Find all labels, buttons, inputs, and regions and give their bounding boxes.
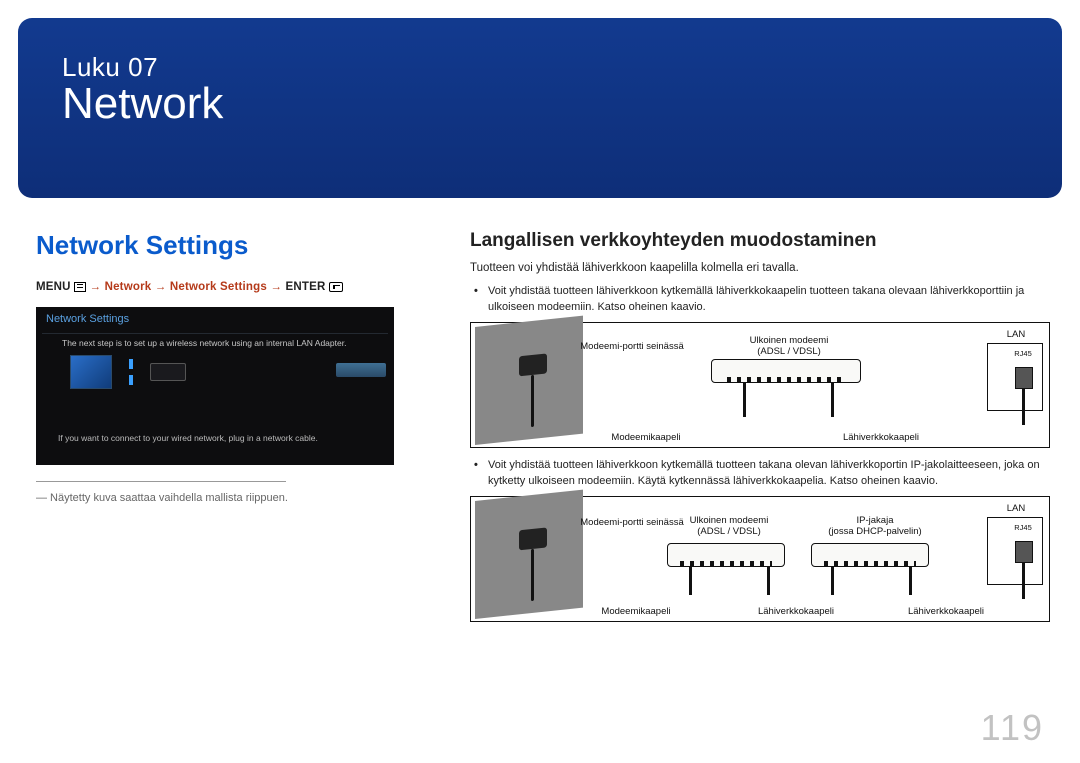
screenshot-body: The next step is to set up a wireless ne… xyxy=(36,338,394,349)
bullet-2: Voit yhdistää tuotteen lähiverkkoon kytk… xyxy=(488,458,1050,490)
screenshot-illustration xyxy=(70,355,186,389)
label-ext-modem: Ulkoinen modeemi (ADSL / VDSL) xyxy=(719,335,859,357)
enter-icon xyxy=(329,282,343,292)
menu-icon xyxy=(74,282,86,292)
menu-keyword: MENU xyxy=(36,281,71,293)
diagram-1: Modeemi-portti seinässä Ulkoinen modeemi… xyxy=(470,322,1050,448)
transfer-arrows-icon xyxy=(122,357,140,387)
router-icon xyxy=(150,363,186,381)
page-banner: Luku 07 Network xyxy=(18,18,1062,198)
bullet-1: Voit yhdistää tuotteen lähiverkkoon kytk… xyxy=(488,284,1050,316)
ip-router xyxy=(811,543,929,567)
label-lan-cable-1: Lähiverkkokaapeli xyxy=(801,432,961,443)
label-ext-modem-2: Ulkoinen modeemi (ADSL / VDSL) xyxy=(669,515,789,537)
label-modem-cable-2: Modeemikaapeli xyxy=(581,606,691,617)
chapter-title: Network xyxy=(62,79,1018,129)
external-modem-2 xyxy=(667,543,785,567)
label-ip-router: IP-jakaja (jossa DHCP-palvelin) xyxy=(815,515,935,537)
label-wall-port: Modeemi-portti seinässä xyxy=(577,341,687,352)
menu-breadcrumb: → Network → Network Settings → xyxy=(89,281,285,293)
label-lan: LAN xyxy=(991,329,1041,340)
intro-text: Tuotteen voi yhdistää lähiverkkoon kaape… xyxy=(470,262,1050,274)
section-heading: Network Settings xyxy=(36,230,436,261)
external-modem xyxy=(711,359,861,383)
tv-icon xyxy=(70,355,112,389)
wall-plate-2 xyxy=(475,489,583,618)
screenshot-network-settings: Network Settings The next step is to set… xyxy=(36,307,394,465)
menu-path: MENU → Network → Network Settings → ENTE… xyxy=(36,281,436,293)
divider xyxy=(36,481,286,482)
label-lan-2: LAN xyxy=(991,503,1041,514)
diagram-2: Modeemi-portti seinässä Ulkoinen modeemi… xyxy=(470,496,1050,622)
label-rj45: RJ45 xyxy=(1003,349,1043,358)
screenshot-hint: If you want to connect to your wired net… xyxy=(36,427,330,443)
label-modem-cable-1: Modeemikaapeli xyxy=(591,432,701,443)
footnote: ― Näytetty kuva saattaa vaihdella mallis… xyxy=(36,492,436,504)
wall-jack-icon-2 xyxy=(519,527,547,550)
page-number: 119 xyxy=(981,707,1044,749)
enter-keyword: ENTER xyxy=(285,281,325,293)
screenshot-button xyxy=(336,363,386,377)
wall-jack-icon xyxy=(519,353,547,376)
rj45-port-icon xyxy=(1015,367,1033,389)
label-rj45-2: RJ45 xyxy=(1003,523,1043,532)
wall-plate xyxy=(475,316,583,445)
rj45-port-icon-2 xyxy=(1015,541,1033,563)
screenshot-title: Network Settings xyxy=(36,307,394,329)
label-lan-cable-2b: Lähiverkkokaapeli xyxy=(881,606,1011,617)
wired-heading: Langallisen verkkoyhteyden muodostaminen xyxy=(470,230,1050,252)
label-lan-cable-2a: Lähiverkkokaapeli xyxy=(731,606,861,617)
